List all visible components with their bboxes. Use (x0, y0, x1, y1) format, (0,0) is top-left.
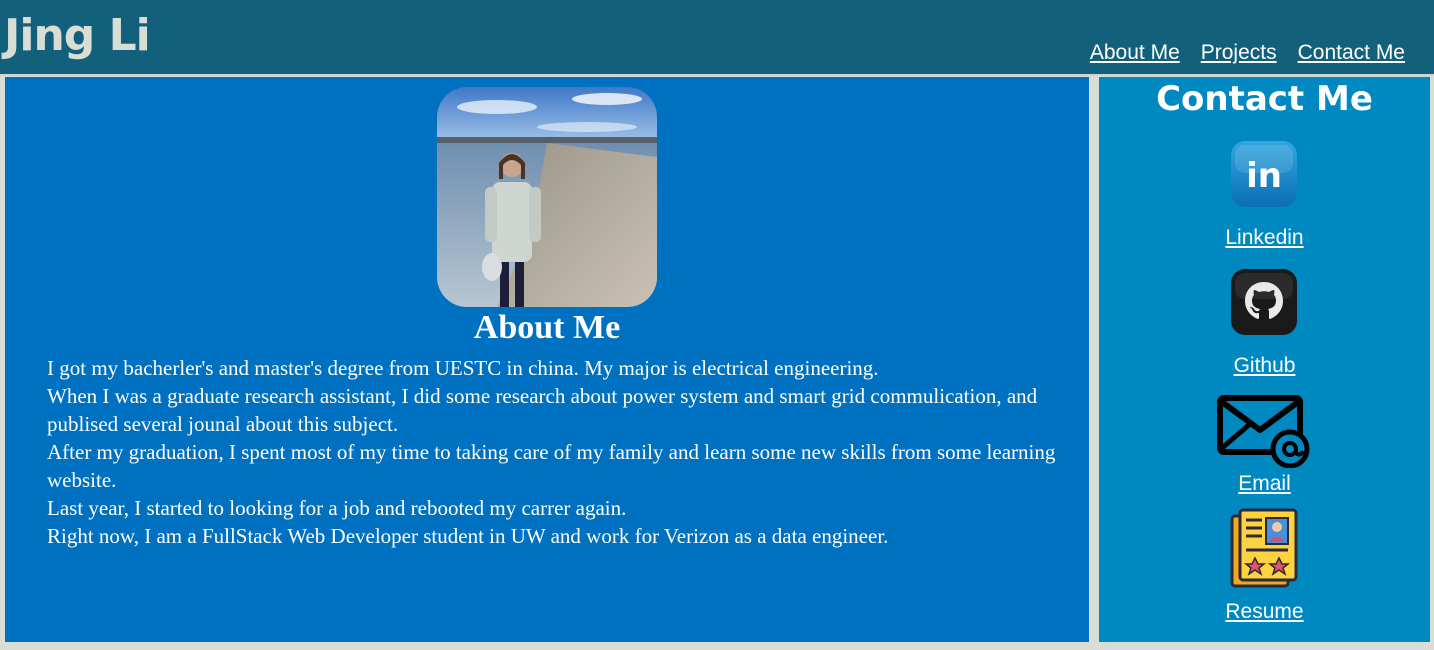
linkedin-icon-text: in (1246, 156, 1282, 196)
site-title: Jing Li (4, 10, 151, 61)
github-link[interactable]: Github (1099, 352, 1430, 380)
site-header: Jing Li About Me Projects Contact Me (0, 0, 1434, 76)
linkedin-icon[interactable]: in (1230, 140, 1298, 208)
github-icon[interactable] (1230, 268, 1298, 336)
linkedin-link[interactable]: Linkedin (1099, 224, 1430, 252)
resume-link[interactable]: Resume (1099, 598, 1430, 626)
contact-heading: Contact Me (1156, 79, 1373, 119)
profile-photo (437, 87, 657, 307)
nav-link-contact-me[interactable]: Contact Me (1298, 38, 1405, 68)
main-nav: About Me Projects Contact Me (1090, 38, 1405, 68)
about-section: About Me I got my bacherler's and master… (5, 77, 1089, 642)
about-paragraph: Last year, I started to looking for a jo… (47, 496, 627, 520)
contact-section: Contact Me in Linkedin Github Email Resu… (1099, 77, 1430, 642)
about-paragraph: When I was a graduate research assistant… (47, 384, 1038, 436)
resume-icon[interactable] (1230, 508, 1298, 588)
about-paragraph: After my graduation, I spent most of my … (47, 440, 1056, 492)
nav-link-projects[interactable]: Projects (1201, 38, 1277, 68)
about-paragraph: Right now, I am a FullStack Web Develope… (47, 524, 889, 548)
about-text: I got my bacherler's and master's degree… (47, 354, 1072, 550)
about-paragraph: I got my bacherler's and master's degree… (47, 356, 879, 380)
nav-link-about-me[interactable]: About Me (1090, 38, 1180, 68)
about-heading: About Me (473, 309, 621, 346)
email-link[interactable]: Email (1099, 470, 1430, 498)
email-icon[interactable] (1217, 394, 1311, 468)
